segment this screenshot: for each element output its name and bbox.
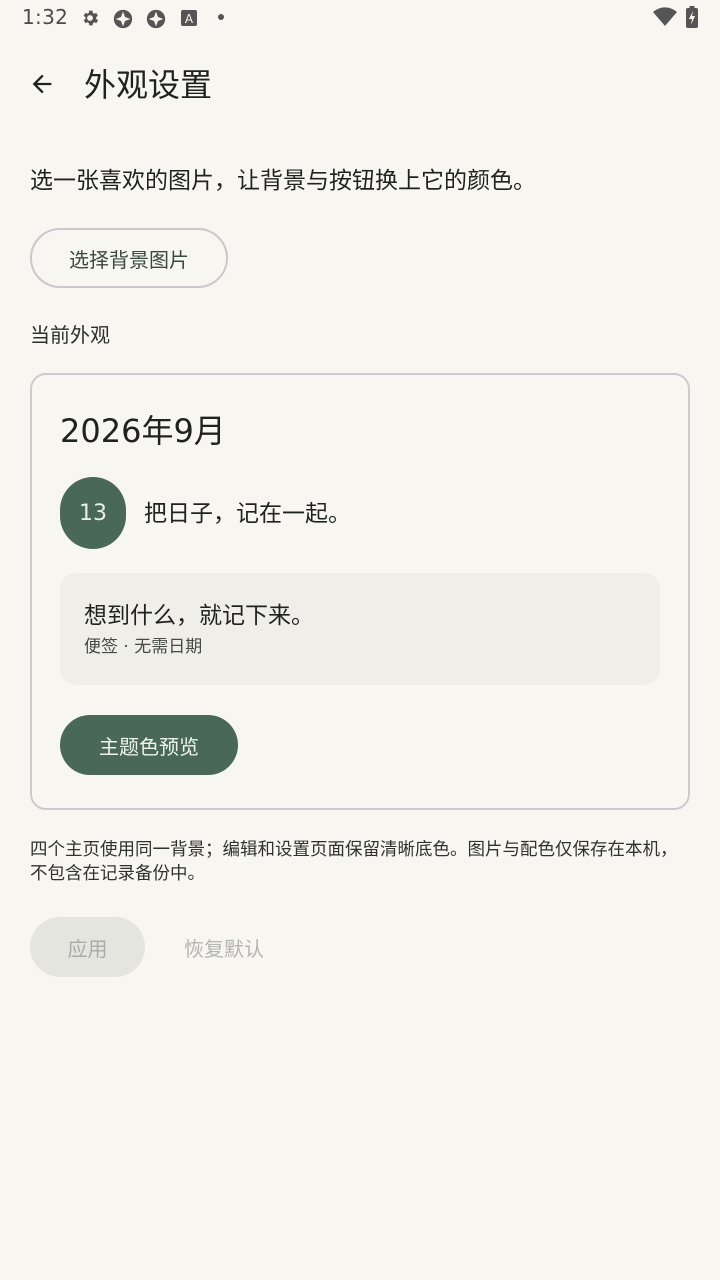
apply-button[interactable]: 应用 — [30, 917, 145, 977]
page-title: 外观设置 — [84, 66, 213, 104]
svg-text:A: A — [185, 12, 194, 26]
app-icon — [145, 8, 167, 34]
preview-month: 2026年9月 — [60, 412, 226, 450]
back-button[interactable] — [18, 62, 66, 110]
app-icon — [112, 8, 134, 34]
preview-note-title: 想到什么，就记下来。 — [84, 603, 314, 629]
dot-icon — [218, 14, 224, 20]
wifi-icon — [652, 7, 678, 31]
preview-note-subtitle: 便签 · 无需日期 — [84, 637, 203, 657]
theme-color-preview-button[interactable]: 主题色预览 — [60, 715, 238, 775]
reset-default-button[interactable]: 恢复默认 — [168, 917, 280, 977]
gear-icon — [80, 8, 100, 32]
footnote-text: 四个主页使用同一背景；编辑和设置页面保留清晰底色。图片与配色仅保存在本机，不包含… — [30, 840, 678, 884]
status-time: 1:32 — [22, 5, 69, 29]
appearance-preview-card: 2026年9月 13 把日子，记在一起。 想到什么，就记下来。 便签 · 无需日… — [30, 373, 690, 810]
preview-day-badge: 13 — [60, 477, 126, 549]
preview-day-text: 把日子，记在一起。 — [144, 501, 351, 527]
preview-note-card: 想到什么，就记下来。 便签 · 无需日期 — [60, 573, 660, 685]
arrow-left-icon — [28, 70, 56, 102]
app-bar: 外观设置 — [0, 56, 720, 116]
battery-charging-icon — [686, 6, 698, 32]
current-appearance-label: 当前外观 — [30, 323, 110, 347]
pick-background-image-button[interactable]: 选择背景图片 — [30, 228, 228, 288]
description-text: 选一张喜欢的图片，让背景与按钮换上它的颜色。 — [30, 168, 536, 194]
keyboard-a-icon: A — [180, 8, 198, 32]
status-bar: 1:32 A — [0, 0, 720, 36]
